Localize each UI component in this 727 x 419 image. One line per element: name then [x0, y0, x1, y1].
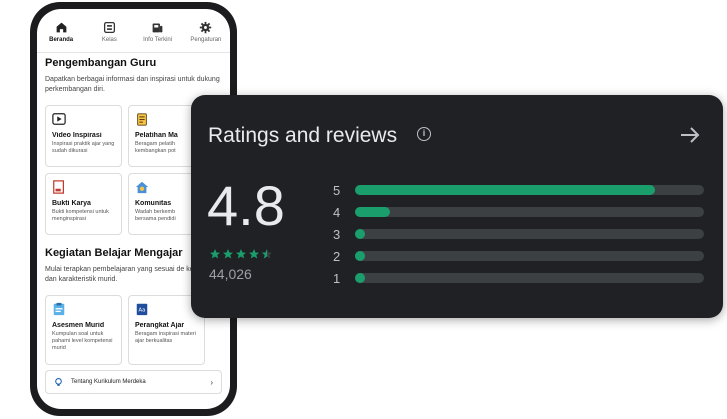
- card-title: Pelatihan Ma: [135, 132, 178, 139]
- nav-label: Info Terkini: [143, 37, 173, 43]
- card-desc: Bukti kompetensi untuk menginspirasi: [52, 209, 109, 222]
- card-desc: Beragam inspirasi materi ajar berkualita…: [135, 331, 196, 344]
- rating-row-4: 4: [333, 201, 704, 223]
- svg-text:Aa: Aa: [139, 308, 146, 314]
- class-icon: [103, 21, 115, 34]
- rating-label: 5: [333, 182, 341, 198]
- card-title: Perangkat Ajar: [135, 322, 185, 329]
- kurikulum-label: Tentang Kurikulum Merdeka: [71, 379, 146, 385]
- card-title: Video Inspirasi: [52, 132, 102, 139]
- gear-icon: [200, 21, 212, 34]
- rating-bar-track: [355, 229, 704, 239]
- rating-row-5: 5: [333, 179, 704, 201]
- community-icon: [135, 181, 149, 194]
- nav-item-pengaturan[interactable]: Pengaturan: [182, 13, 230, 43]
- star-icon: [249, 249, 259, 259]
- lightbulb-icon: [55, 377, 62, 386]
- card-video-inspirasi[interactable]: Video Inspirasi Inspirasi praktik ajar y…: [45, 105, 122, 167]
- half-star-icon: [262, 249, 272, 259]
- section-title-pengembangan: Pengembangan Guru: [45, 57, 157, 69]
- nav-item-info-terkini[interactable]: Info Terkini: [134, 13, 182, 43]
- section-desc-pengembangan: Dapatkan berbagai informasi dan inspiras…: [45, 76, 220, 93]
- training-icon: [137, 113, 147, 126]
- nav-label: Kelas: [101, 37, 117, 43]
- news-icon: [152, 23, 163, 33]
- nav-label: Beranda: [49, 37, 74, 43]
- video-icon: [52, 113, 66, 125]
- star-icon: [236, 249, 246, 259]
- card-desc: Kumpulan soal untuk pahami level kompete…: [52, 331, 113, 351]
- rating-bar-fill: [355, 229, 365, 239]
- kurikulum-merdeka-link[interactable]: Tentang Kurikulum Merdeka ›: [45, 370, 222, 394]
- rating-row-1: 1: [333, 267, 704, 289]
- rating-bar-fill: [355, 273, 365, 283]
- star-icon: [223, 249, 233, 259]
- star-icon: [210, 249, 220, 259]
- nav-label: Pengaturan: [190, 37, 222, 43]
- card-title: Bukti Karya: [52, 200, 91, 207]
- card-title: Asesmen Murid: [52, 322, 105, 329]
- rating-label: 3: [333, 226, 341, 242]
- card-title: Komunitas: [135, 200, 172, 207]
- rating-row-2: 2: [333, 245, 704, 267]
- card-asesmen-murid[interactable]: Asesmen Murid Kumpulan soal untuk pahami…: [45, 295, 122, 365]
- rating-bar-fill: [355, 185, 656, 195]
- rating-bar-fill: [355, 207, 390, 217]
- chevron-right-icon: ›: [210, 377, 213, 387]
- review-count: 44,026: [209, 266, 252, 282]
- assessment-icon: [53, 302, 65, 316]
- nav-item-beranda[interactable]: Beranda: [37, 13, 85, 43]
- card-desc: Wadah berkemb bersama pendidi: [135, 209, 176, 222]
- rating-bar-track: [355, 251, 704, 261]
- card-desc: Inspirasi praktik ajar yang sudah dikura…: [52, 141, 115, 154]
- nav-item-kelas[interactable]: Kelas: [85, 13, 133, 43]
- rating-label: 4: [333, 204, 341, 220]
- card-bukti-karya[interactable]: Bukti Karya Bukti kompetensi untuk mengi…: [45, 173, 122, 235]
- arrow-right-icon[interactable]: [679, 125, 701, 145]
- portfolio-icon: [53, 180, 64, 194]
- rating-bar-fill: [355, 251, 365, 261]
- card-desc: Beragam pelatih kembangkan pot: [135, 141, 176, 154]
- rating-label: 1: [333, 270, 341, 286]
- top-nav: Beranda Kelas Info Terkini Pengaturan: [37, 13, 230, 53]
- average-rating: 4.8: [207, 174, 285, 237]
- rating-bar-track: [355, 185, 704, 195]
- ratings-title: Ratings and reviews: [208, 124, 398, 147]
- home-icon: [56, 22, 66, 33]
- rating-bar-track: [355, 207, 704, 217]
- teaching-kit-icon: Aa: [136, 303, 148, 316]
- info-icon[interactable]: i: [417, 127, 431, 141]
- rating-distribution: 5 4 3 2 1: [333, 179, 704, 289]
- rating-row-3: 3: [333, 223, 704, 245]
- star-rating: [209, 248, 273, 260]
- rating-bar-track: [355, 273, 704, 283]
- rating-label: 2: [333, 248, 341, 264]
- ratings-card: Ratings and reviews i 4.8 44,026 5 4 3 2: [191, 95, 723, 318]
